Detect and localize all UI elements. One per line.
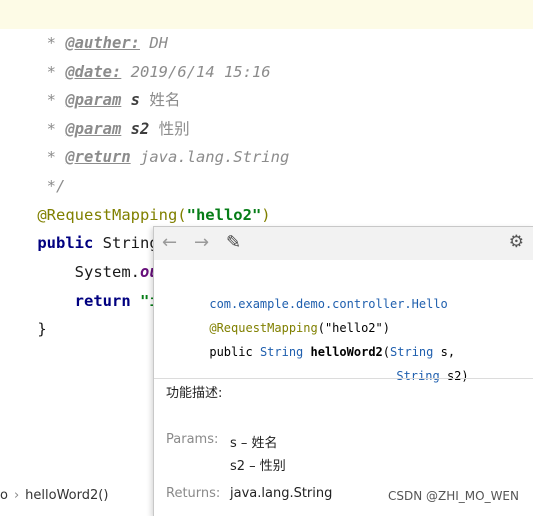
gear-icon[interactable]: ⚙ [509,232,524,252]
doc-annotation-line: @RequestMapping("hello2") [166,298,390,335]
code-line-date[interactable]: * @date: 2019/6/14 15:16 [0,29,271,81]
quick-documentation-popup[interactable]: ← → ✎ ⚙ com.example.demo.controller.Hell… [153,226,533,516]
doc-signature: com.example.demo.controller.Hello @Reque… [154,260,533,383]
code-line-return[interactable]: * @return java.lang.String [0,114,290,166]
chevron-right-icon: › [13,488,20,503]
doc-method-line: public String helloWord2(String s, [166,322,455,359]
code-line-param-s2[interactable]: * @param s2 性别 [0,86,190,138]
code-line-auther[interactable]: * @auther: DH [0,0,533,52]
doc-description: 功能描述: [166,386,223,401]
doc-param2-type[interactable]: String [396,369,439,383]
breadcrumb-item-class[interactable]: o [0,488,8,503]
doc-returns-label: Returns: [166,486,221,501]
doc-params-label: Params: [166,432,219,447]
doc-returns-value: java.lang.String [230,486,333,501]
doc-param2-name: s2) [439,369,469,383]
keyword-return: return [37,292,131,310]
popup-divider [154,378,533,379]
forward-arrow-icon[interactable]: → [194,232,209,253]
closing-brace: } [37,320,47,338]
code-line-return-stmt[interactable]: return "in [0,258,168,310]
doc-public: public [209,345,260,359]
breadcrumb-item-method[interactable]: helloWord2() [25,488,108,503]
popup-toolbar: ← → ✎ ⚙ [154,227,533,260]
doc-param-s: s – 姓名 [230,436,278,451]
doc-return-type[interactable]: String [260,345,303,359]
back-arrow-icon[interactable]: ← [162,232,177,253]
comment-text: java.lang.String [130,148,290,166]
code-line-signature[interactable]: public String helloWord2(String s,String… [0,200,457,252]
code-line-comment-end[interactable]: */ [0,143,66,195]
code-line-system[interactable]: System.out [0,229,168,281]
doc-param-s2: s2 – 性别 [230,459,286,474]
code-line-annotation[interactable]: @RequestMapping("hello2") [0,172,270,224]
edit-pencil-icon[interactable]: ✎ [226,232,241,253]
watermark: CSDN @ZHI_MO_WEN [387,489,519,503]
doc-method-line-2: String s2) [353,346,468,383]
javadoc-tag-return: @return [65,148,131,166]
code-line-close[interactable]: } [0,286,46,338]
code-line-param-s[interactable]: * @param s 姓名 [0,57,181,109]
doc-package-line: com.example.demo.controller.Hello [166,274,447,311]
